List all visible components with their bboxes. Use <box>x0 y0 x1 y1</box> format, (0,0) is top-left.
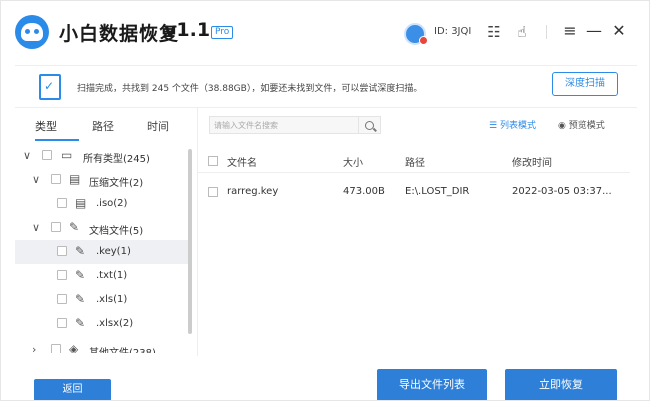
back-button[interactable]: 返回 <box>34 379 111 400</box>
archive-icon: ▤ <box>69 172 81 186</box>
tree-label: 其他文件(238) <box>89 344 156 353</box>
tree-checkbox[interactable] <box>57 270 67 280</box>
divider <box>15 65 637 66</box>
table-row[interactable]: rarreg.key 473.00B E:\.LOST_DIR 2022-03-… <box>198 179 630 205</box>
document-icon: ✎ <box>75 316 86 330</box>
select-all-checkbox[interactable] <box>208 156 218 166</box>
tree-item-archive[interactable]: ∨ ▤ 压缩文件(2) <box>15 168 189 192</box>
app-window: 小白数据恢复 v1.1 Pro ID: 3JQI ☷ ☝ ≡ — ✕ 扫描完成，… <box>0 0 650 401</box>
tree-scrollbar[interactable] <box>188 149 192 334</box>
active-tab-indicator <box>35 139 79 141</box>
document-icon: ✎ <box>69 220 80 234</box>
deep-scan-button[interactable]: 深度扫描 <box>552 72 618 96</box>
menu-icon[interactable]: ≡ <box>560 20 580 42</box>
tree-label: 所有类型(245) <box>83 154 150 165</box>
tree-checkbox[interactable] <box>51 222 61 232</box>
cell-filename: rarreg.key <box>227 186 279 197</box>
list-mode-button[interactable]: ☰ 列表模式 <box>489 118 536 131</box>
tree-item-xlsx[interactable]: ✎ .xlsx(2) <box>15 312 189 336</box>
tab-path[interactable]: 路径 <box>92 118 114 134</box>
tree-item-key[interactable]: ✎ .key(1) <box>15 240 189 264</box>
divider <box>15 107 637 108</box>
tree-label: .key(1) <box>96 246 131 257</box>
tree-label: 压缩文件(2) <box>89 178 144 189</box>
table-header: 文件名 大小 路径 修改时间 <box>198 147 630 173</box>
chevron-right-icon[interactable]: › <box>32 343 36 353</box>
search-input[interactable]: 请输入文件名搜索 <box>214 120 278 131</box>
search-box[interactable]: 请输入文件名搜索 <box>209 116 381 134</box>
preview-mode-label: 预览模式 <box>568 121 605 131</box>
tree-item-iso[interactable]: ▤ .iso(2) <box>15 192 189 216</box>
tree-item-other[interactable]: › ◈ 其他文件(238) <box>15 338 189 353</box>
cell-size: 473.00B <box>343 186 385 197</box>
tree-item-txt[interactable]: ✎ .txt(1) <box>15 264 189 288</box>
chevron-down-icon[interactable]: ∨ <box>32 173 40 187</box>
tree-item-xls[interactable]: ✎ .xls(1) <box>15 288 189 312</box>
close-icon[interactable]: ✕ <box>609 20 629 42</box>
scan-summary: 扫描完成，共找到 245 个文件（38.88GB），如要还未找到文件，可以尝试深… <box>77 84 423 94</box>
user-id: ID: 3JQI <box>434 26 472 37</box>
document-icon: ✎ <box>75 292 86 306</box>
tree-label: 文档文件(5) <box>89 226 144 237</box>
filter-tabs: 类型 路径 时间 <box>15 111 197 141</box>
tree-checkbox[interactable] <box>42 150 52 160</box>
col-path[interactable]: 路径 <box>405 154 425 169</box>
tree-label: .txt(1) <box>96 270 128 281</box>
app-version: v1.1 <box>164 19 211 41</box>
list-mode-label: 列表模式 <box>499 121 536 131</box>
tree-item-all[interactable]: ∨ ▭ 所有类型(245) <box>15 144 189 168</box>
other-icon: ◈ <box>69 342 79 353</box>
hand-pointer-icon[interactable]: ☝ <box>512 22 532 42</box>
robot-icon[interactable]: ☷ <box>484 22 504 42</box>
app-name: 小白数据恢复 <box>59 23 180 45</box>
panel-divider <box>197 108 198 356</box>
tab-type[interactable]: 类型 <box>35 118 57 134</box>
col-modified[interactable]: 修改时间 <box>512 154 552 169</box>
file-type-tree: ∨ ▭ 所有类型(245) ∨ ▤ 压缩文件(2) ▤ .iso(2) ∨ ✎ … <box>15 144 189 353</box>
tab-time[interactable]: 时间 <box>147 118 169 134</box>
export-list-button[interactable]: 导出文件列表 <box>377 369 487 400</box>
tree-checkbox[interactable] <box>57 294 67 304</box>
cell-path: E:\.LOST_DIR <box>405 186 470 197</box>
recover-now-button[interactable]: 立即恢复 <box>505 369 617 400</box>
pro-badge: Pro <box>211 26 234 39</box>
search-button[interactable] <box>358 117 380 133</box>
scan-complete-icon <box>39 74 61 100</box>
search-icon <box>365 120 374 130</box>
tree-checkbox[interactable] <box>57 198 67 208</box>
tree-label: .xlsx(2) <box>96 318 134 329</box>
col-size[interactable]: 大小 <box>343 154 363 169</box>
tree-checkbox[interactable] <box>57 246 67 256</box>
col-filename[interactable]: 文件名 <box>227 154 257 169</box>
title-separator <box>546 25 547 39</box>
chevron-down-icon[interactable]: ∨ <box>23 149 31 163</box>
title-bar: 小白数据恢复 v1.1 Pro ID: 3JQI ☷ ☝ ≡ — ✕ <box>1 1 649 59</box>
document-icon: ✎ <box>75 244 86 258</box>
chevron-down-icon[interactable]: ∨ <box>32 221 40 235</box>
tree-checkbox[interactable] <box>57 318 67 328</box>
minimize-icon[interactable]: — <box>584 20 604 42</box>
tree-label: .iso(2) <box>96 198 128 209</box>
document-icon: ✎ <box>75 268 86 282</box>
preview-mode-button[interactable]: ◉ 预览模式 <box>558 118 605 131</box>
tree-item-document[interactable]: ∨ ✎ 文档文件(5) <box>15 216 189 240</box>
tree-checkbox[interactable] <box>51 174 61 184</box>
app-logo-icon <box>15 15 49 49</box>
tree-label: .xls(1) <box>96 294 128 305</box>
row-checkbox[interactable] <box>208 187 218 197</box>
archive-icon: ▤ <box>75 196 87 210</box>
hdd-icon: ▭ <box>61 148 73 162</box>
notification-badge <box>419 36 428 45</box>
tree-checkbox[interactable] <box>51 344 61 353</box>
cell-modified: 2022-03-05 03:37... <box>512 186 612 197</box>
